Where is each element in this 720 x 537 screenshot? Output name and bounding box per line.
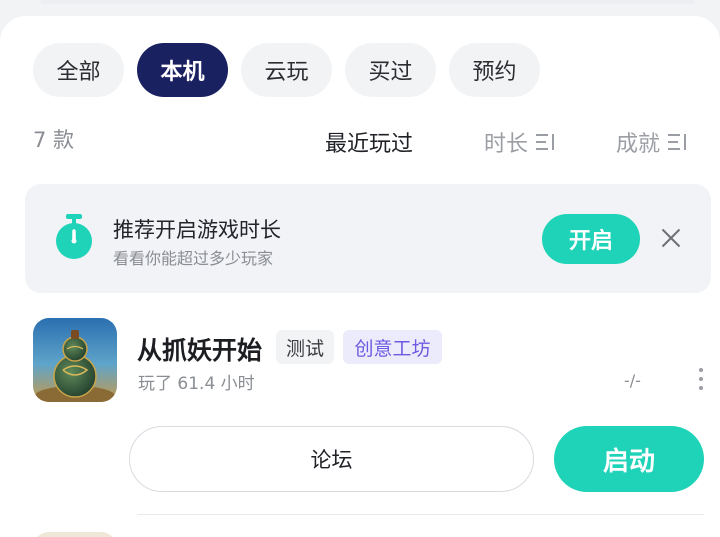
forum-button[interactable]: 论坛 <box>129 426 534 492</box>
test-tag: 测试 <box>276 330 334 364</box>
enable-button[interactable]: 开启 <box>542 214 640 264</box>
banner-subtitle: 看看你能超过多少玩家 <box>113 249 274 268</box>
sort-recent[interactable]: 最近玩过 <box>325 126 413 158</box>
sort-duration-label: 时长 <box>484 132 529 157</box>
close-icon[interactable] <box>661 228 681 248</box>
sort-icon <box>668 134 687 150</box>
tab-local[interactable]: 本机 <box>137 43 228 97</box>
sort-achievement-label: 成就 <box>616 132 661 157</box>
sort-achievement[interactable]: 成就 <box>616 126 687 158</box>
tab-reserved[interactable]: 预约 <box>449 43 540 97</box>
achievement-progress: -/- <box>624 371 641 390</box>
game-count: 7 款 <box>33 128 75 152</box>
workshop-tag: 创意工坊 <box>343 330 442 364</box>
more-vertical-icon[interactable] <box>698 368 704 390</box>
divider <box>137 514 704 515</box>
stopwatch-icon <box>54 214 94 260</box>
sort-duration[interactable]: 时长 <box>484 126 555 158</box>
play-time: 玩了 61.4 小时 <box>138 374 255 394</box>
filter-tabs: 全部 本机 云玩 买过 预约 <box>33 43 553 97</box>
tab-cloud[interactable]: 云玩 <box>241 43 332 97</box>
playtime-banner: 推荐开启游戏时长 看看你能超过多少玩家 开启 <box>25 184 711 293</box>
banner-title: 推荐开启游戏时长 <box>113 218 281 242</box>
sort-recent-label: 最近玩过 <box>325 132 414 157</box>
sort-icon <box>536 134 555 150</box>
tab-purchased[interactable]: 买过 <box>345 43 436 97</box>
next-game-icon[interactable] <box>33 532 117 537</box>
launch-button[interactable]: 启动 <box>554 426 704 492</box>
game-title[interactable]: 从抓妖开始 <box>137 331 262 367</box>
previous-card-edge <box>40 0 695 4</box>
tab-all[interactable]: 全部 <box>33 43 124 97</box>
gourd-game-icon[interactable] <box>33 318 117 402</box>
